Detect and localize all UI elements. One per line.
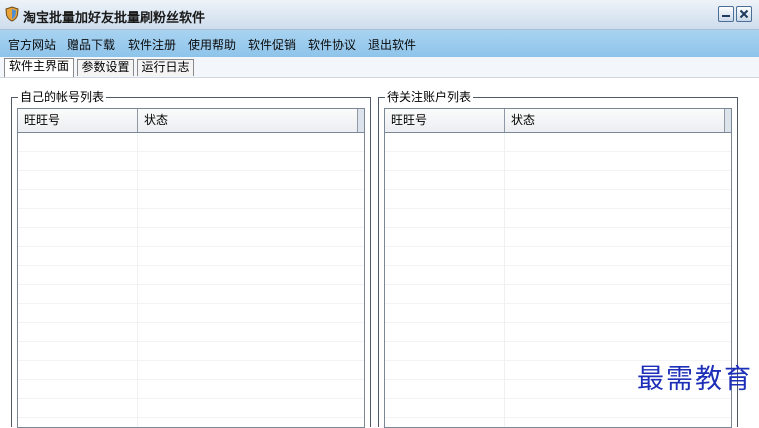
- close-icon: [739, 9, 749, 19]
- tab-strip: 软件主界面 参数设置 运行日志: [0, 57, 759, 77]
- shield-app-icon: [5, 6, 19, 22]
- own-accounts-group: 自己的帐号列表 旺旺号 状态: [11, 89, 371, 428]
- minimize-icon: [722, 15, 730, 17]
- menu-help[interactable]: 使用帮助: [188, 36, 236, 53]
- close-button[interactable]: [736, 6, 752, 22]
- own-accounts-list[interactable]: 旺旺号 状态: [17, 108, 365, 428]
- follow-accounts-title: 待关注账户列表: [385, 89, 474, 105]
- list-header: 旺旺号 状态: [18, 109, 364, 133]
- column-header-status[interactable]: 状态: [138, 109, 358, 132]
- watermark-text: 最需教育: [637, 364, 753, 395]
- column-header-filler: [725, 109, 731, 132]
- title-bar[interactable]: 淘宝批量加好友批量刷粉丝软件: [0, 0, 759, 30]
- menu-agreement[interactable]: 软件协议: [308, 36, 356, 53]
- tab-log[interactable]: 运行日志: [137, 59, 194, 76]
- list-header: 旺旺号 状态: [385, 109, 731, 133]
- column-header-wangwang[interactable]: 旺旺号: [18, 109, 138, 132]
- tab-settings[interactable]: 参数设置: [77, 59, 134, 76]
- menu-bar: 官方网站 赠品下载 软件注册 使用帮助 软件促销 软件协议 退出软件: [0, 30, 759, 57]
- menu-promotion[interactable]: 软件促销: [248, 36, 296, 53]
- window-title: 淘宝批量加好友批量刷粉丝软件: [23, 11, 206, 26]
- menu-gift-download[interactable]: 赠品下载: [67, 36, 115, 53]
- menu-register[interactable]: 软件注册: [128, 36, 176, 53]
- own-accounts-title: 自己的帐号列表: [18, 89, 107, 105]
- menu-exit[interactable]: 退出软件: [368, 36, 416, 53]
- tab-main[interactable]: 软件主界面: [4, 58, 74, 77]
- column-header-wangwang[interactable]: 旺旺号: [385, 109, 505, 132]
- list-body[interactable]: [18, 133, 364, 427]
- column-header-filler: [358, 109, 364, 132]
- column-header-status[interactable]: 状态: [505, 109, 725, 132]
- minimize-button[interactable]: [718, 6, 734, 22]
- menu-official-site[interactable]: 官方网站: [8, 36, 56, 53]
